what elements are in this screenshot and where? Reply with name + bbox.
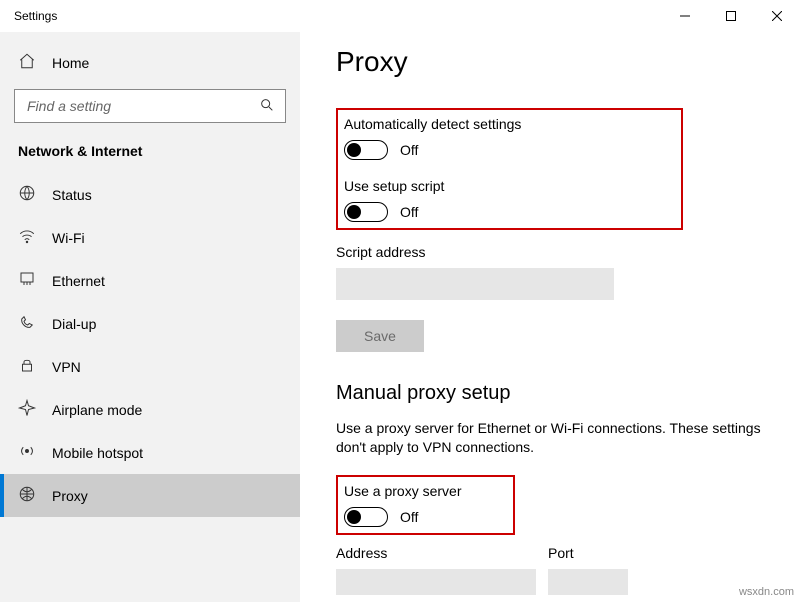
use-script-toggle[interactable] (344, 202, 388, 222)
minimize-button[interactable] (662, 0, 708, 32)
sidebar-item-label: Status (52, 187, 92, 203)
use-proxy-label: Use a proxy server (344, 483, 461, 499)
search-icon (259, 97, 275, 116)
wifi-icon (18, 227, 36, 248)
save-button[interactable]: Save (336, 320, 424, 352)
dialup-icon (18, 313, 36, 334)
sidebar-item-hotspot[interactable]: Mobile hotspot (0, 431, 300, 474)
manual-title: Manual proxy setup (336, 382, 776, 405)
sidebar-item-label: Proxy (52, 488, 88, 504)
sidebar-item-dialup[interactable]: Dial-up (0, 302, 300, 345)
home-nav[interactable]: Home (0, 42, 300, 83)
sidebar-item-label: Wi-Fi (52, 230, 85, 246)
airplane-icon (18, 399, 36, 420)
auto-detect-state: Off (400, 142, 418, 158)
close-button[interactable] (754, 0, 800, 32)
use-proxy-toggle[interactable] (344, 507, 388, 527)
auto-detect-toggle[interactable] (344, 140, 388, 160)
address-label: Address (336, 545, 536, 561)
port-label: Port (548, 545, 628, 561)
hotspot-icon (18, 442, 36, 463)
sidebar-section-title: Network & Internet (0, 139, 300, 173)
sidebar-item-label: VPN (52, 359, 81, 375)
window-title: Settings (14, 9, 57, 23)
highlight-box-manual: Use a proxy server Off (336, 475, 515, 535)
sidebar-item-wifi[interactable]: Wi-Fi (0, 216, 300, 259)
highlight-box-auto: Automatically detect settings Off Use se… (336, 108, 683, 230)
maximize-button[interactable] (708, 0, 754, 32)
sidebar-item-airplane[interactable]: Airplane mode (0, 388, 300, 431)
search-box[interactable] (14, 89, 286, 123)
use-script-label: Use setup script (344, 178, 521, 194)
manual-description: Use a proxy server for Ethernet or Wi-Fi… (336, 419, 776, 457)
use-script-state: Off (400, 204, 418, 220)
sidebar-item-proxy[interactable]: Proxy (0, 474, 300, 517)
sidebar-item-vpn[interactable]: VPN (0, 345, 300, 388)
sidebar-item-label: Ethernet (52, 273, 105, 289)
sidebar-item-label: Dial-up (52, 316, 96, 332)
sidebar-item-label: Airplane mode (52, 402, 142, 418)
sidebar-item-status[interactable]: Status (0, 173, 300, 216)
page-title: Proxy (336, 46, 776, 78)
globe-icon (18, 184, 36, 205)
use-proxy-state: Off (400, 509, 418, 525)
proxy-icon (18, 485, 36, 506)
watermark: wsxdn.com (739, 586, 794, 598)
port-input[interactable] (548, 569, 628, 595)
home-label: Home (52, 55, 89, 71)
script-address-label: Script address (336, 244, 776, 260)
sidebar-item-label: Mobile hotspot (52, 445, 143, 461)
script-address-input[interactable] (336, 268, 614, 300)
search-input[interactable] (25, 97, 225, 115)
home-icon (18, 52, 36, 73)
sidebar-item-ethernet[interactable]: Ethernet (0, 259, 300, 302)
sidebar: Home Network & Internet Status Wi-Fi Eth… (0, 32, 300, 602)
auto-detect-label: Automatically detect settings (344, 116, 521, 132)
content-area: Proxy Automatically detect settings Off … (300, 32, 800, 602)
vpn-icon (18, 356, 36, 377)
ethernet-icon (18, 270, 36, 291)
address-input[interactable] (336, 569, 536, 595)
